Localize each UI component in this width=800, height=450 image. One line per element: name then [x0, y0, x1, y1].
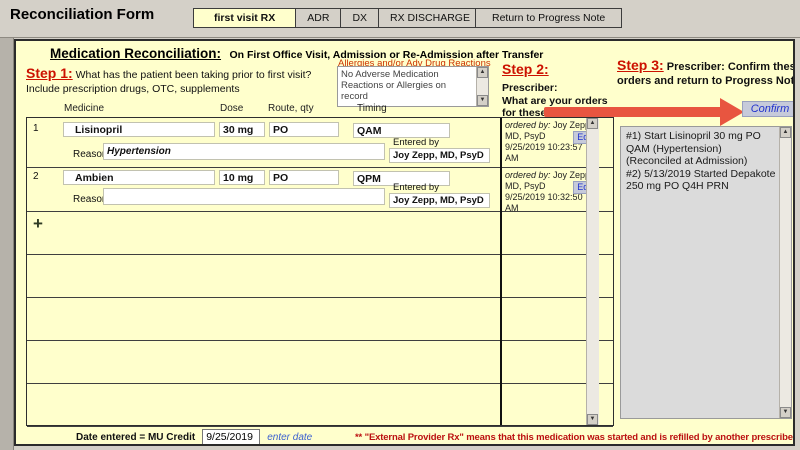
reconciliation-form-window: Reconciliation Form first visit RX ADR D… — [0, 0, 800, 450]
step2-line2: What are your orders — [502, 95, 612, 108]
allergies-text: No Adverse Medication Reactions or Aller… — [341, 69, 474, 102]
form-panel: Medication Reconciliation: On First Offi… — [14, 39, 795, 446]
row-number: 1 — [33, 123, 39, 134]
ordered-by-label: ordered by: — [505, 170, 551, 180]
timing-input[interactable] — [353, 123, 450, 138]
step2-column-divider — [500, 118, 502, 425]
date-entered-row: Date entered = MU Credit enter date — [76, 429, 312, 445]
medicine-input[interactable] — [63, 122, 215, 137]
step2-line1: Prescriber: — [502, 82, 612, 95]
dose-input[interactable] — [219, 122, 265, 137]
confirm-button[interactable]: Confirm — [742, 101, 795, 117]
orders-column-scrollbar[interactable]: ▲ ▼ — [586, 118, 599, 425]
external-provider-note: ** "External Provider Rx" means that thi… — [355, 432, 795, 443]
step3-title: Step 3: — [617, 57, 664, 73]
step1-title: Step 1: — [26, 65, 73, 81]
step2-title: Step 2: — [502, 61, 549, 77]
tab-bar: first visit RX ADR DX RX DISCHARGE — [194, 8, 482, 28]
column-header-medicine: Medicine — [64, 103, 104, 114]
empty-medication-row[interactable] — [27, 255, 613, 298]
entered-by-label: Entered by — [393, 182, 439, 193]
add-row-button[interactable]: + — [33, 214, 43, 234]
page-title: Reconciliation Form — [10, 6, 154, 23]
step1-block: Step 1: What has the patient been taking… — [26, 65, 336, 95]
reason-input[interactable] — [103, 188, 385, 205]
scroll-down-icon[interactable]: ▼ — [587, 414, 598, 425]
order-timestamp: 9/25/2019 10:23:57 AM — [505, 142, 595, 163]
empty-medication-row[interactable] — [27, 298, 613, 341]
title-bar: Reconciliation Form first visit RX ADR D… — [0, 0, 800, 38]
medication-table: 1 Reason Entered by ordered by: Joy Zepp… — [26, 117, 614, 426]
tab-rx-discharge[interactable]: RX DISCHARGE — [378, 8, 482, 28]
column-header-route: Route, qty — [268, 103, 314, 114]
left-gutter — [0, 38, 14, 450]
date-entered-label: Date entered = MU Credit — [76, 432, 195, 443]
entered-by-input[interactable] — [389, 193, 490, 208]
empty-medication-row[interactable] — [27, 384, 613, 427]
scroll-up-icon[interactable]: ▲ — [477, 67, 488, 78]
empty-medication-row[interactable] — [27, 341, 613, 384]
tab-adr[interactable]: ADR — [295, 8, 341, 28]
step3-orders-textbox[interactable]: #1) Start Lisinopril 30 mg PO QAM (Hyper… — [620, 126, 792, 419]
route-input[interactable] — [269, 122, 339, 137]
tab-dx[interactable]: DX — [340, 8, 379, 28]
return-to-progress-note-button[interactable]: Return to Progress Note — [475, 8, 622, 28]
enter-date-hint: enter date — [267, 432, 312, 443]
confirm-arrow — [544, 107, 724, 117]
dose-input[interactable] — [219, 170, 265, 185]
scroll-up-icon[interactable]: ▲ — [587, 118, 598, 129]
date-input[interactable] — [202, 429, 260, 445]
add-medication-row: + — [27, 212, 613, 255]
allergies-textbox[interactable]: No Adverse Medication Reactions or Aller… — [337, 66, 489, 107]
scroll-down-icon[interactable]: ▼ — [780, 407, 791, 418]
row-number: 2 — [33, 171, 39, 182]
step3-block: Step 3: Prescriber: Confirm these orders… — [617, 59, 795, 88]
medication-row-2: 2 Reason Entered by ordered by: Joy Zepp… — [27, 168, 613, 212]
ordered-by-label: ordered by: — [505, 120, 551, 130]
step1-question: What has the patient been taking prior t… — [76, 69, 312, 81]
column-header-dose: Dose — [220, 103, 243, 114]
scroll-down-icon[interactable]: ▼ — [477, 95, 488, 106]
scroll-up-icon[interactable]: ▲ — [780, 127, 791, 138]
allergies-scrollbar[interactable]: ▲ ▼ — [476, 67, 488, 106]
route-input[interactable] — [269, 170, 339, 185]
step3-orders-text: #1) Start Lisinopril 30 mg PO QAM (Hyper… — [626, 130, 776, 193]
confirm-arrow-head-icon — [720, 98, 744, 126]
tab-first-visit-rx[interactable]: first visit RX — [193, 8, 296, 28]
form-heading-title: Medication Reconciliation: — [50, 46, 221, 61]
step1-subtext: Include prescription drugs, OTC, supplem… — [26, 83, 336, 95]
reason-input[interactable] — [103, 143, 385, 160]
step3-scrollbar[interactable]: ▲ ▼ — [779, 127, 791, 418]
entered-by-input[interactable] — [389, 148, 490, 163]
entered-by-label: Entered by — [393, 137, 439, 148]
order-timestamp: 9/25/2019 10:32:50 AM — [505, 192, 595, 213]
column-header-timing: Timing — [357, 103, 387, 114]
medication-row-1: 1 Reason Entered by ordered by: Joy Zepp… — [27, 118, 613, 168]
medicine-input[interactable] — [63, 170, 215, 185]
